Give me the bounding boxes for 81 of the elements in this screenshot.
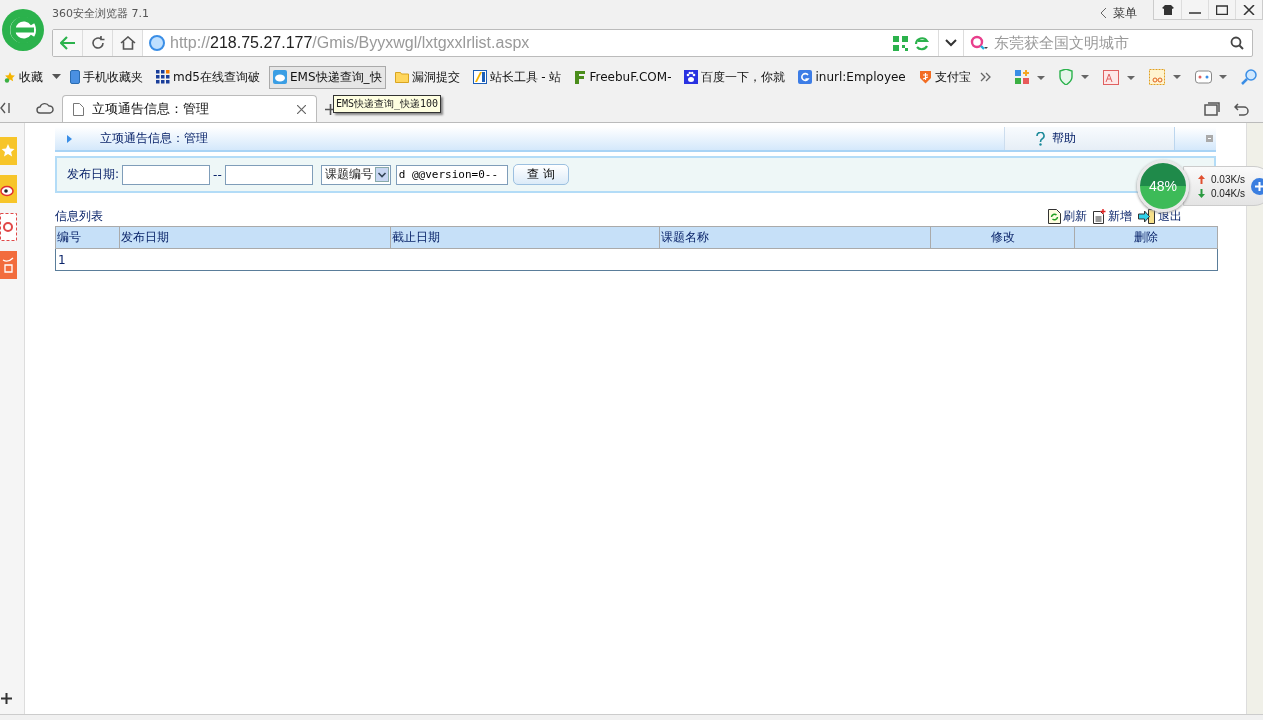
download-speed: 0.04K/s <box>1211 187 1245 199</box>
screenshot-icon[interactable] <box>1149 69 1181 85</box>
range-separator: -- <box>213 167 222 182</box>
leaf-e-icon[interactable] <box>914 35 930 51</box>
close-icon[interactable] <box>297 104 306 114</box>
column-header: 截止日期 <box>390 226 660 249</box>
column-header: 课题名称 <box>659 226 931 249</box>
bookmark-item[interactable]: EMS快递查询_快 <box>268 65 386 89</box>
search-field[interactable]: 东莞获全国文明城市 <box>964 33 1252 53</box>
reload-icon[interactable] <box>83 30 113 56</box>
bookmark-item[interactable]: FreebuF.COM- <box>570 67 676 87</box>
g-icon <box>798 70 813 84</box>
bookmark-item[interactable]: 百度一下，你就 <box>680 65 790 89</box>
exit-arrow-icon <box>1138 209 1156 224</box>
weibo-icon[interactable] <box>0 175 17 203</box>
collapse-icon[interactable] <box>0 102 10 114</box>
list-title: 信息列表 <box>55 208 103 225</box>
help-icon <box>1035 131 1046 146</box>
qr-code-icon[interactable] <box>893 35 908 51</box>
triangle-icon <box>67 134 72 143</box>
dropdown-icon <box>374 167 389 182</box>
column-header: 编号 <box>55 226 120 249</box>
keyword-field[interactable]: d @@version=0-- <box>395 164 508 185</box>
help-tab[interactable]: 帮助 <box>1004 127 1174 150</box>
browser-logo-icon <box>2 9 44 51</box>
restore-tabs-icon[interactable] <box>1204 102 1220 116</box>
column-header: 修改 <box>930 226 1075 249</box>
column-header: 删除 <box>1074 226 1218 249</box>
window-title: 360安全浏览器 7.1 <box>52 5 149 21</box>
refresh-document-icon <box>1048 209 1061 224</box>
query-button[interactable]: 查 询 <box>512 164 569 185</box>
field-select[interactable]: 课题编号 <box>320 164 391 185</box>
toolbar-button[interactable]: 新增 <box>1093 208 1132 225</box>
column-header: 发布日期 <box>119 226 391 249</box>
bookmark-item[interactable]: inurl:Employee <box>794 67 910 87</box>
bookmark-item[interactable]: md5在线查询破 <box>152 65 264 89</box>
bookmark-item[interactable]: 收藏 <box>0 65 47 89</box>
tooltip: EMS快递查询_快递100 <box>333 95 442 113</box>
menu-button[interactable]: 菜单 <box>1094 3 1143 23</box>
page-icon <box>73 102 84 116</box>
gamepad-icon[interactable] <box>1195 70 1227 84</box>
phone-icon <box>70 70 80 84</box>
tool-icon <box>472 70 487 84</box>
bookmark-item[interactable]: 手机收藏夹 <box>66 65 147 89</box>
dropdown-icon[interactable] <box>52 74 61 80</box>
end-date-field[interactable] <box>224 164 313 185</box>
star-icon <box>4 71 16 83</box>
add-icon[interactable] <box>1 693 12 704</box>
chevron-icon <box>1100 7 1107 19</box>
start-date-field[interactable] <box>122 164 211 185</box>
download-arrow-icon <box>1198 188 1205 198</box>
undo-icon[interactable] <box>1234 103 1249 116</box>
bookmark-item[interactable]: 站长工具 - 站 <box>468 65 566 89</box>
globe-icon <box>149 35 165 51</box>
table-cell: 1 <box>55 248 120 271</box>
field-label: 发布日期: <box>67 166 120 183</box>
folder-icon <box>394 71 409 83</box>
page-title: 立项通告信息：管理 <box>100 130 208 147</box>
upload-speed: 0.03K/s <box>1211 173 1245 185</box>
shield-icon[interactable] <box>1059 69 1089 85</box>
new-document-icon <box>1093 209 1106 224</box>
url-text[interactable]: http://218.75.27.177/Gmis/Byyxwgl/lxtgxxlrlist.aspx <box>170 34 530 52</box>
bookmark-item[interactable]: 支付宝 <box>914 65 975 89</box>
bookmark-item[interactable]: 漏洞提交 <box>390 65 464 89</box>
grid-icon <box>156 70 170 84</box>
dropdown-icon[interactable] <box>938 30 964 56</box>
font-icon[interactable] <box>1103 69 1135 85</box>
upload-arrow-icon <box>1198 174 1205 184</box>
toolbar-button[interactable]: 刷新 <box>1048 208 1087 225</box>
f-logo-icon <box>574 70 587 84</box>
home-icon[interactable] <box>113 30 143 56</box>
magnifier-icon[interactable] <box>1241 69 1257 85</box>
apps-icon[interactable] <box>1015 69 1045 85</box>
search-engine-icon <box>970 35 988 51</box>
more-chevron-icon[interactable] <box>979 72 992 82</box>
search-icon[interactable] <box>1230 36 1244 50</box>
shield-icon <box>918 70 932 84</box>
scrollbar[interactable] <box>1246 123 1263 714</box>
paw-icon <box>684 70 699 84</box>
browser-tab[interactable]: 立项通告信息：管理 <box>62 95 317 122</box>
cloud-icon[interactable] <box>36 102 54 114</box>
